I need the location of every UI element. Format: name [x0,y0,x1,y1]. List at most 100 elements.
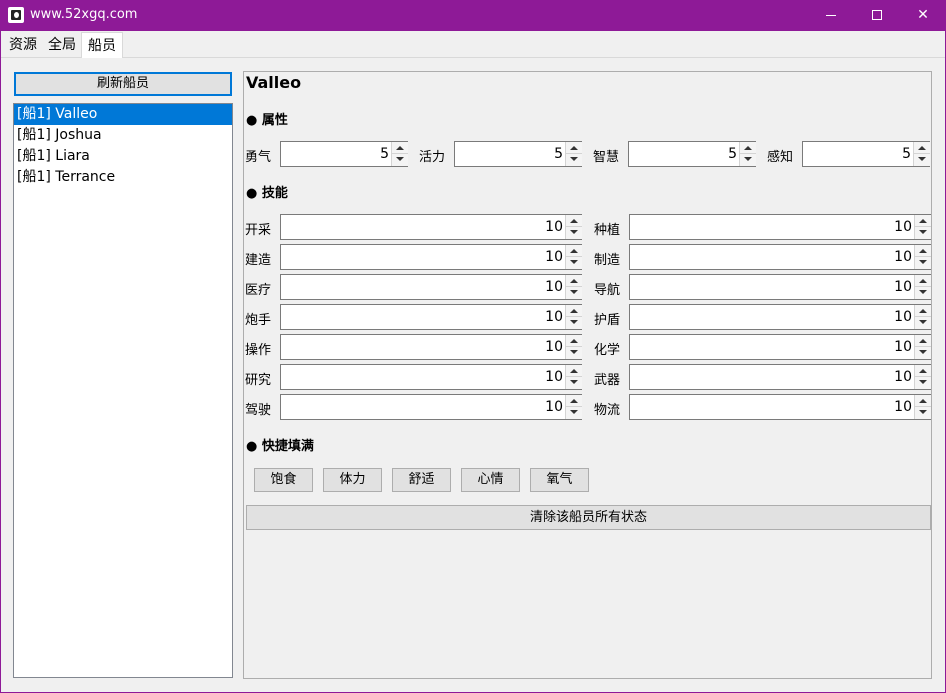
spinbox-value[interactable]: 5 [728,146,737,162]
spin-up-icon[interactable] [566,245,582,257]
spinbox-value[interactable]: 10 [545,219,563,235]
crew-list-item[interactable]: [船1] Valleo [14,104,232,125]
spin-down-icon[interactable] [566,154,582,166]
spin-down-icon[interactable] [914,154,930,166]
skill-spinbox[interactable]: 10 [280,214,582,240]
spin-down-icon[interactable] [566,257,582,269]
close-button[interactable]: ✕ [900,0,946,31]
spin-down-icon[interactable] [915,377,931,389]
spin-down-icon[interactable] [392,154,408,166]
skill-field: 导航 10 [594,274,931,300]
skill-spinbox[interactable]: 10 [629,394,931,420]
attribute-spinbox[interactable]: 5 [280,141,408,167]
skill-spinbox[interactable]: 10 [629,274,931,300]
skill-spinbox[interactable]: 10 [629,304,931,330]
spinbox-value[interactable]: 5 [902,146,911,162]
crew-list-item[interactable]: [船1] Terrance [14,167,232,188]
fill-oxygen-button[interactable]: 氧气 [530,468,589,492]
crew-list-item[interactable]: [船1] Liara [14,146,232,167]
spinbox-value[interactable]: 10 [894,249,912,265]
clear-status-button[interactable]: 清除该船员所有状态 [246,505,931,530]
skill-spinbox[interactable]: 10 [629,244,931,270]
spin-down-icon[interactable] [566,377,582,389]
spinbox-arrows [565,335,582,359]
spin-up-icon[interactable] [915,395,931,407]
refresh-crew-button[interactable]: 刷新船员 [14,72,232,96]
spin-down-icon[interactable] [915,407,931,419]
spinbox-value[interactable]: 10 [545,309,563,325]
spinbox-value[interactable]: 10 [894,309,912,325]
attribute-spinbox[interactable]: 5 [628,141,756,167]
spinbox-value[interactable]: 10 [545,279,563,295]
tab-global[interactable]: 全局 [44,35,80,57]
skill-spinbox[interactable]: 10 [280,364,582,390]
spinbox-value[interactable]: 10 [545,369,563,385]
spin-up-icon[interactable] [914,142,930,154]
spinbox-value[interactable]: 10 [545,399,563,415]
spinbox-arrows [913,142,930,166]
spinbox-value[interactable]: 10 [894,369,912,385]
spinbox-value[interactable]: 5 [554,146,563,162]
crew-list-item[interactable]: [船1] Joshua [14,125,232,146]
crew-list[interactable]: [船1] Valleo [船1] Joshua [船1] Liara [船1] … [13,103,233,678]
title-bar[interactable]: www.52xgq.com ✕ [0,0,946,31]
fill-mood-button[interactable]: 心情 [461,468,520,492]
spinbox-value[interactable]: 10 [545,339,563,355]
fill-satiety-button[interactable]: 饱食 [254,468,313,492]
spin-up-icon[interactable] [566,335,582,347]
fill-stamina-button[interactable]: 体力 [323,468,382,492]
spin-down-icon[interactable] [566,287,582,299]
spinbox-value[interactable]: 10 [894,399,912,415]
fill-comfort-button[interactable]: 舒适 [392,468,451,492]
window-title: www.52xgq.com [30,7,138,22]
spin-up-icon[interactable] [566,275,582,287]
attribute-spinbox[interactable]: 5 [802,141,930,167]
spinbox-arrows [565,215,582,239]
spin-down-icon[interactable] [566,347,582,359]
spinbox-value[interactable]: 10 [894,279,912,295]
spinbox-value[interactable]: 10 [545,249,563,265]
skill-spinbox[interactable]: 10 [280,334,582,360]
spin-up-icon[interactable] [740,142,756,154]
tab-crew[interactable]: 船员 [81,32,123,58]
spin-up-icon[interactable] [566,305,582,317]
spin-up-icon[interactable] [915,365,931,377]
spin-up-icon[interactable] [915,305,931,317]
skill-label: 开采 [245,223,272,238]
spin-down-icon[interactable] [566,407,582,419]
spin-down-icon[interactable] [566,227,582,239]
spin-down-icon[interactable] [915,347,931,359]
minimize-button[interactable] [808,0,854,31]
spin-down-icon[interactable] [915,227,931,239]
spin-down-icon[interactable] [915,287,931,299]
spinbox-value[interactable]: 10 [894,339,912,355]
tab-resources[interactable]: 资源 [5,35,41,57]
skill-field: 物流 10 [594,394,931,420]
skill-spinbox[interactable]: 10 [629,334,931,360]
spin-up-icon[interactable] [566,215,582,227]
skill-label: 物流 [594,403,621,418]
spin-down-icon[interactable] [740,154,756,166]
spin-up-icon[interactable] [915,275,931,287]
spin-up-icon[interactable] [915,335,931,347]
skill-field: 驾驶 10 [245,394,582,420]
skill-spinbox[interactable]: 10 [629,214,931,240]
skill-spinbox[interactable]: 10 [629,364,931,390]
skill-spinbox[interactable]: 10 [280,274,582,300]
spin-up-icon[interactable] [915,245,931,257]
spin-up-icon[interactable] [915,215,931,227]
maximize-button[interactable] [854,0,900,31]
spin-down-icon[interactable] [915,257,931,269]
skill-spinbox[interactable]: 10 [280,304,582,330]
spinbox-value[interactable]: 10 [894,219,912,235]
spin-down-icon[interactable] [566,317,582,329]
spin-up-icon[interactable] [392,142,408,154]
spin-down-icon[interactable] [915,317,931,329]
skill-spinbox[interactable]: 10 [280,394,582,420]
skill-spinbox[interactable]: 10 [280,244,582,270]
spin-up-icon[interactable] [566,395,582,407]
spinbox-value[interactable]: 5 [380,146,389,162]
attribute-spinbox[interactable]: 5 [454,141,582,167]
spin-up-icon[interactable] [566,142,582,154]
spin-up-icon[interactable] [566,365,582,377]
